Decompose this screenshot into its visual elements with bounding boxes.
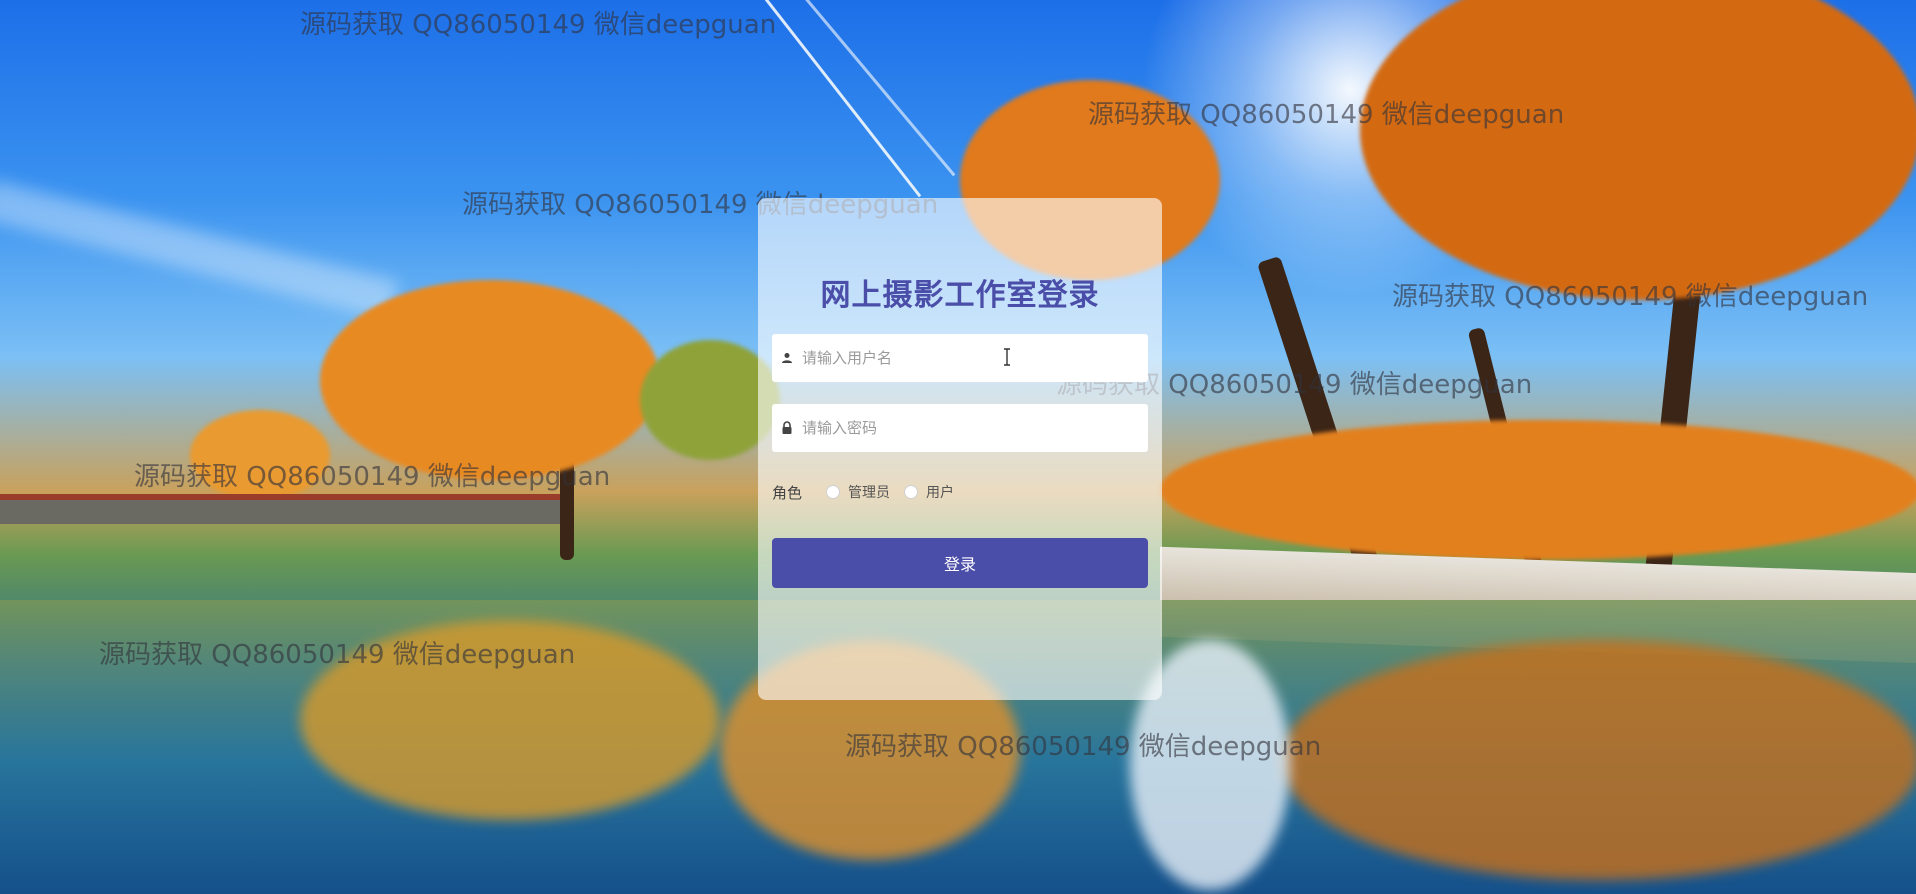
- role-option-label: 管理员: [848, 485, 891, 501]
- role-option-label: 用户: [926, 485, 955, 501]
- role-option-user[interactable]: 用户: [904, 482, 954, 502]
- username-input[interactable]: [802, 338, 1122, 378]
- tree-foliage: [190, 410, 330, 500]
- text-cursor-icon: [1004, 348, 1010, 366]
- login-button[interactable]: 登录: [772, 538, 1148, 588]
- username-field[interactable]: [772, 334, 1148, 382]
- radio-button[interactable]: [826, 485, 841, 499]
- contrail: [798, 0, 956, 177]
- login-card: 网上摄影工作室登录 角色 管理员 用户: [758, 198, 1162, 700]
- lock-icon: [772, 404, 802, 452]
- radio-button[interactable]: [904, 485, 919, 499]
- tree-foliage: [1160, 420, 1916, 560]
- bridge: [0, 500, 560, 524]
- user-icon: [772, 334, 802, 382]
- tree-reflection: [1280, 640, 1916, 880]
- login-title: 网上摄影工作室登录: [820, 278, 1100, 313]
- password-input[interactable]: [802, 408, 1122, 448]
- tree-foliage: [320, 280, 660, 480]
- password-field[interactable]: [772, 404, 1148, 452]
- tree-reflection: [300, 620, 720, 820]
- role-selector: 角色 管理员 用户: [772, 476, 1148, 508]
- role-label: 角色: [772, 483, 803, 502]
- role-option-admin[interactable]: 管理员: [826, 482, 890, 502]
- contrail: [758, 0, 922, 198]
- cloud-streak: [0, 179, 399, 321]
